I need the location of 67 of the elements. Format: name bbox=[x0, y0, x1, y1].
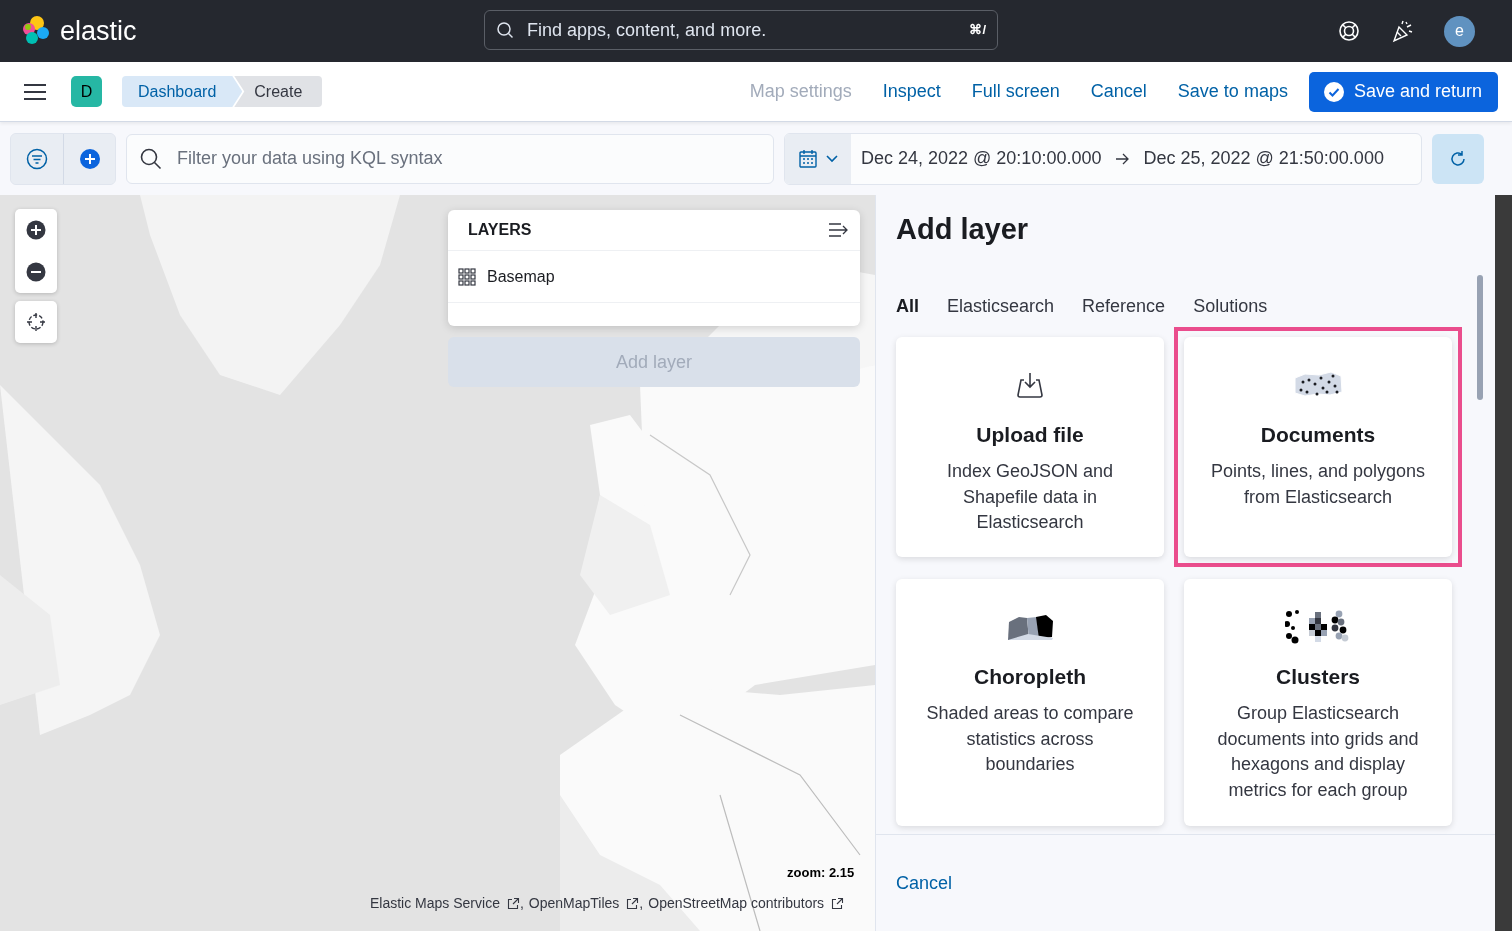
card-description: Points, lines, and polygons from Elasticsearch bbox=[1209, 460, 1427, 509]
date-quick-menu-button[interactable] bbox=[785, 133, 851, 184]
collapse-button[interactable] bbox=[828, 223, 848, 237]
help-icon[interactable] bbox=[1338, 20, 1360, 42]
grid-icon bbox=[458, 267, 476, 286]
card-description: Index GeoJSON and Shapefile data in Elasticsearch bbox=[945, 460, 1115, 534]
tab[interactable]: Solutions bbox=[1193, 296, 1268, 317]
party-popper-icon[interactable] bbox=[1390, 19, 1414, 43]
clusters-drawing bbox=[1285, 610, 1351, 644]
toolbar-link[interactable]: Cancel bbox=[1090, 81, 1147, 102]
shortcut-hint: ⌘/ bbox=[969, 22, 986, 37]
chevron-down-icon bbox=[826, 154, 838, 163]
collapse-icon bbox=[828, 223, 848, 237]
card-description: Group Elasticsearch documents into grids and hexagons and display metrics for each group bbox=[1216, 702, 1420, 802]
logo-icon[interactable] bbox=[20, 15, 52, 47]
refresh-icon bbox=[1449, 149, 1467, 168]
separator: , bbox=[519, 895, 524, 911]
card-description: Shaded areas to compare statistics across boundaries bbox=[925, 702, 1135, 776]
save-and-return-button[interactable]: Save and return bbox=[1308, 71, 1498, 112]
attribution-link[interactable]: Elastic Maps Service bbox=[370, 895, 520, 911]
plus-icon bbox=[26, 220, 46, 240]
menu-icon[interactable] bbox=[24, 82, 46, 101]
plus-icon bbox=[78, 147, 101, 170]
calendar-icon bbox=[798, 148, 818, 169]
arrow-right-icon bbox=[1115, 152, 1130, 165]
attribution-link[interactable]: OpenMapTiles bbox=[528, 895, 640, 911]
card-title: Choropleth bbox=[974, 665, 1086, 689]
external-link-icon[interactable] bbox=[626, 896, 640, 910]
locate-button[interactable] bbox=[15, 301, 57, 343]
layer-type-card[interactable]: Choropleth Shaded areas to compare statistics across boundaries bbox=[896, 579, 1164, 826]
search-icon bbox=[140, 147, 162, 170]
layer-type-card[interactable]: Clusters Group Elasticsearch documents into grids and hexagons and display metrics for each group bbox=[1184, 579, 1452, 826]
breadcrumb[interactable]: Create bbox=[234, 76, 323, 107]
separator: , bbox=[639, 895, 644, 911]
minus-icon bbox=[26, 262, 46, 282]
zoom-level: zoom: 2.15 bbox=[787, 865, 855, 880]
panel-title: LAYERS bbox=[468, 221, 532, 239]
upload-icon bbox=[1015, 371, 1045, 399]
refresh-button[interactable] bbox=[1432, 133, 1484, 184]
cancel-link[interactable]: Cancel bbox=[896, 872, 953, 894]
external-link-icon[interactable] bbox=[506, 896, 520, 910]
crosshair-icon bbox=[26, 312, 46, 332]
toolbar-link[interactable]: Inspect bbox=[882, 81, 941, 102]
start-date[interactable]: Dec 24, 2022 @ 20:10:00.000 bbox=[861, 148, 1102, 169]
breadcrumb[interactable]: Dashboard bbox=[122, 76, 243, 107]
space-badge[interactable]: D bbox=[71, 76, 102, 107]
card-title: Upload file bbox=[976, 423, 1084, 447]
layer-item[interactable]: Basemap bbox=[448, 251, 860, 303]
card-title: Clusters bbox=[1276, 665, 1360, 689]
card-title: Documents bbox=[1260, 423, 1376, 447]
logo-text[interactable]: elastic bbox=[60, 15, 137, 47]
filter-icon bbox=[26, 147, 48, 170]
toolbar-link[interactable]: Save to maps bbox=[1177, 81, 1288, 102]
tab[interactable]: Reference bbox=[1082, 296, 1166, 317]
query-field[interactable]: Filter your data using KQL syntax bbox=[126, 133, 774, 184]
layer-type-card[interactable]: Upload file Index GeoJSON and Shapefile data in Elasticsearch bbox=[896, 337, 1164, 557]
check-icon bbox=[1322, 80, 1345, 103]
external-link-icon[interactable] bbox=[831, 896, 845, 910]
choropleth-drawing bbox=[1005, 612, 1055, 642]
layer-type-card[interactable]: Documents Points, lines, and polygons from Elasticsearch bbox=[1184, 337, 1452, 557]
tab[interactable]: All bbox=[896, 296, 919, 317]
toolbar-link[interactable]: Full screen bbox=[971, 81, 1060, 102]
tab[interactable]: Elasticsearch bbox=[947, 296, 1055, 317]
end-date[interactable]: Dec 25, 2022 @ 21:50:00.000 bbox=[1143, 148, 1384, 169]
attribution-link[interactable]: OpenStreetMap contributors bbox=[648, 895, 845, 911]
panel-title: Add layer bbox=[896, 213, 1030, 246]
search-icon bbox=[496, 21, 514, 39]
